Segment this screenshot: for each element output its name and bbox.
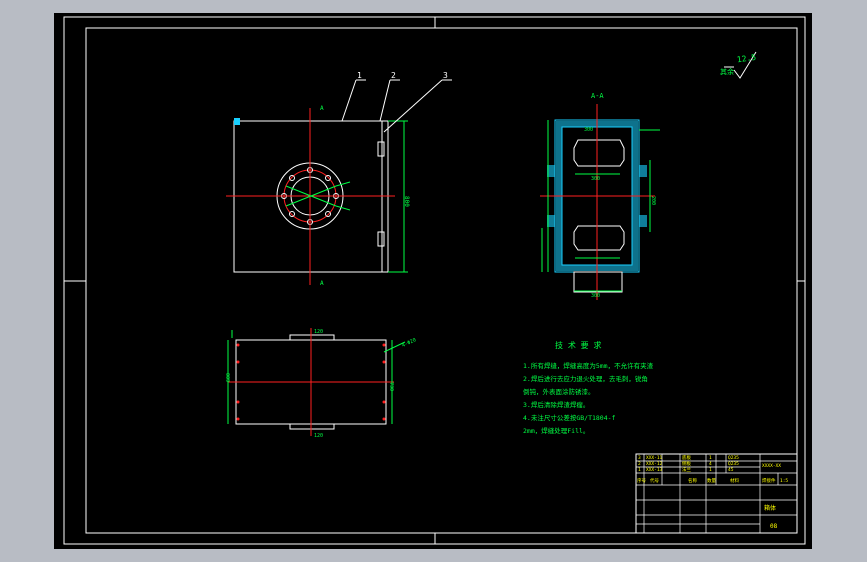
section-mark-bottom: A bbox=[320, 280, 324, 287]
section-mark-top: A bbox=[320, 105, 324, 112]
tb-r3-code: XXX-13 bbox=[646, 467, 663, 473]
tb-scale: 1:5 bbox=[780, 478, 788, 484]
tech-req-line-5: 4.未注尺寸公差按GB/T1804-f bbox=[523, 413, 616, 422]
tb-h-no: 序号 bbox=[637, 477, 646, 484]
tb-r3-name: 法兰 bbox=[682, 466, 691, 473]
tb-sheet: 08 bbox=[770, 523, 778, 530]
tb-r2-no: 2 bbox=[638, 461, 641, 467]
tech-req-line-1: 1.所有焊缝，焊缝高度为5mm，不允许有夹渣 bbox=[523, 361, 654, 370]
tb-r3-qty: 1 bbox=[709, 467, 712, 473]
tb-r2-name: 侧板 bbox=[682, 460, 691, 467]
section-dim-top: 300 bbox=[584, 127, 593, 133]
roughness-label: 其余 bbox=[720, 67, 734, 76]
tb-company: 焊接件 bbox=[762, 477, 776, 484]
tb-r1-mat: Q235 bbox=[728, 455, 739, 461]
tb-name: 箱体 bbox=[764, 504, 776, 512]
corner-marker bbox=[234, 118, 240, 125]
section-view-title: A-A bbox=[591, 92, 604, 100]
plan-dim-bottom: 120 bbox=[314, 433, 323, 439]
section-dim-right: 200 bbox=[650, 196, 656, 205]
tech-req-title: 技 术 要 求 bbox=[555, 340, 601, 350]
section-dim-mid: 300 bbox=[591, 176, 600, 182]
plan-dim-right: 730 bbox=[388, 382, 394, 391]
tb-h-name: 名称 bbox=[688, 477, 697, 484]
drawing-canvas[interactable]: 12.5 其余 800 1 2 3 A A A-A 300 300 300 20… bbox=[0, 0, 867, 562]
tb-h-mat: 材料 bbox=[730, 477, 739, 484]
tb-drawing-no: XXXX-XX bbox=[762, 463, 781, 469]
paper-background bbox=[54, 13, 812, 549]
tech-req-line-2: 2.焊后进行去应力退火处理，去毛刺，锐角 bbox=[523, 374, 648, 383]
tb-h-code: 代号 bbox=[650, 477, 659, 484]
tb-r3-no: 1 bbox=[638, 467, 641, 473]
boss-right-top bbox=[639, 165, 647, 177]
tb-r1-qty: 1 bbox=[709, 455, 712, 461]
balloon-1: 1 bbox=[357, 71, 362, 80]
plan-dim-top: 120 bbox=[314, 329, 323, 335]
balloon-3: 3 bbox=[443, 71, 448, 80]
tb-r1-no: 3 bbox=[638, 455, 641, 461]
tb-r1-code: XXX-11 bbox=[646, 455, 663, 461]
tb-r1-name: 底板 bbox=[682, 454, 691, 461]
tb-r2-code: XXX-12 bbox=[646, 461, 663, 467]
tech-req-line-6: 2mm，焊缝处理Fill。 bbox=[523, 426, 589, 435]
tb-r2-mat: Q235 bbox=[728, 461, 739, 467]
tb-r2-qty: 4 bbox=[709, 461, 712, 467]
tech-req-line-3: 倒钝，外表面涂防锈漆。 bbox=[523, 387, 595, 396]
tb-h-qty: 数量 bbox=[707, 477, 716, 484]
balloon-2: 2 bbox=[391, 71, 396, 80]
boss-right-bottom bbox=[639, 215, 647, 227]
front-dim-right-label: 800 bbox=[403, 196, 410, 207]
section-dim-bottom: 300 bbox=[591, 293, 600, 299]
tb-r3-mat: 45 bbox=[728, 467, 734, 473]
plan-dim-left: 600 bbox=[226, 373, 232, 382]
tech-req-line-4: 3.焊后清除焊渣焊瘤。 bbox=[523, 400, 589, 409]
cad-viewport[interactable]: 12.5 其余 800 1 2 3 A A A-A 300 300 300 20… bbox=[0, 0, 867, 562]
